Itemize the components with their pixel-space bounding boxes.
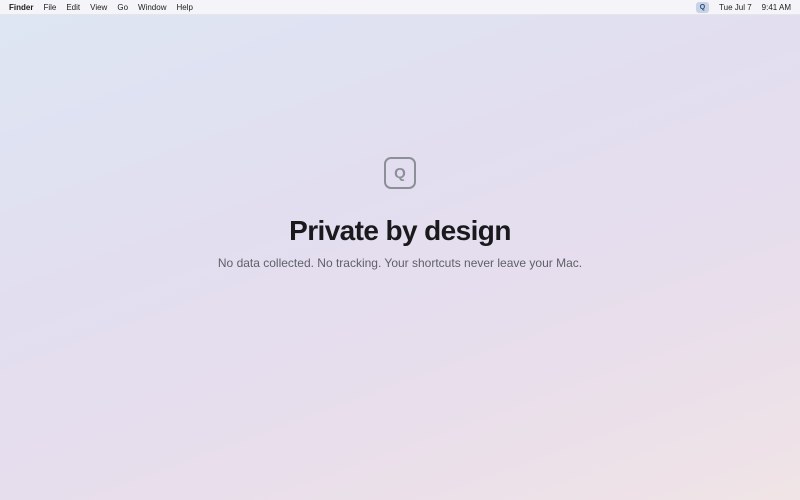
privacy-hero: Q Private by design No data collected. N… bbox=[0, 157, 800, 270]
menu-bar-right: Q Tue Jul 7 9:41 AM bbox=[696, 0, 791, 15]
menu-app-finder[interactable]: Finder bbox=[9, 3, 33, 12]
menu-bar: Finder File Edit View Go Window Help Q T… bbox=[0, 0, 800, 15]
page-title: Private by design bbox=[289, 215, 511, 246]
menu-file[interactable]: File bbox=[43, 3, 56, 12]
app-logo-letter: Q bbox=[394, 164, 406, 182]
menu-go[interactable]: Go bbox=[117, 3, 128, 12]
menu-window[interactable]: Window bbox=[138, 3, 166, 12]
menu-date[interactable]: Tue Jul 7 bbox=[719, 3, 752, 12]
page-subtitle: No data collected. No tracking. Your sho… bbox=[217, 256, 583, 270]
menu-view[interactable]: View bbox=[90, 3, 107, 12]
app-status-icon[interactable]: Q bbox=[696, 1, 710, 13]
menu-help[interactable]: Help bbox=[176, 3, 192, 12]
menu-time[interactable]: 9:41 AM bbox=[762, 3, 791, 12]
menu-bar-left: Finder File Edit View Go Window Help bbox=[9, 0, 203, 15]
menu-edit[interactable]: Edit bbox=[66, 3, 80, 12]
app-logo-icon: Q bbox=[384, 157, 416, 189]
